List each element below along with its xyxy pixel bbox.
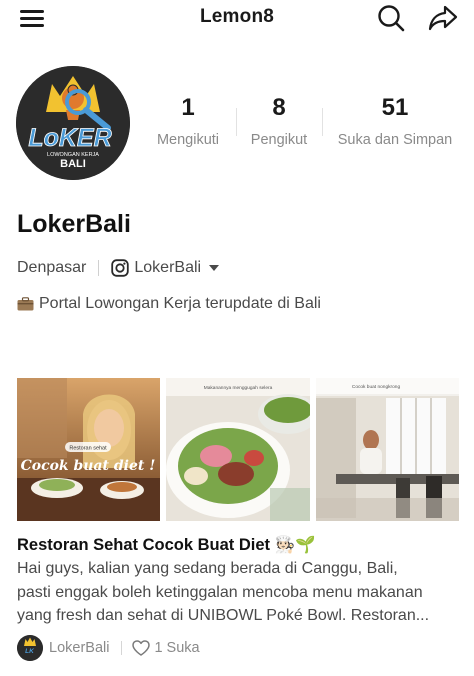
post-author-avatar[interactable]: LK — [17, 635, 43, 661]
post-body-line: yang fresh dan sehat di UNIBOWL Poké Bow… — [17, 607, 430, 624]
meta-divider — [98, 260, 100, 276]
profile-meta: Denpasar LokerBali — [17, 257, 220, 279]
instagram-link[interactable]: LokerBali — [111, 259, 220, 277]
avatar-logo-text: LoKER — [28, 124, 111, 152]
post-image-1-tag: Restoran sehat — [69, 446, 107, 452]
stat-followers-label: Pengikut — [250, 132, 308, 148]
top-bar: Lemon8 — [0, 0, 474, 36]
stat-divider — [236, 108, 237, 136]
post-image-1[interactable]: Restoran sehat Cocok buat diet ! — [17, 378, 160, 521]
post-image-3-caption: Cocok buat nongkrong — [352, 384, 401, 390]
stat-likes-saves-value: 51 — [381, 94, 409, 121]
post-body[interactable]: Hai guys, kalian yang sedang berada di C… — [17, 557, 462, 628]
post-body-line: Hai guys, kalian yang sedang berada di C… — [17, 560, 398, 577]
like-count: 1 Suka — [154, 640, 200, 656]
profile-bio: Portal Lowongan Kerja terupdate di Bali — [17, 295, 321, 313]
post-image-2-caption: Makanannya menggugah selera — [204, 385, 273, 391]
post-body-line: pasti enggak boleh ketinggalan mencoba m… — [17, 583, 423, 601]
post-footer: LK LokerBali 1 Suka — [17, 634, 200, 662]
profile-stats: 1 Mengikuti 8 Pengikut 51 Suka dan Simpa… — [148, 92, 466, 156]
post-image-1-caption: Cocok buat diet ! — [21, 458, 156, 474]
chevron-down-icon — [209, 265, 220, 271]
stat-following[interactable]: 1 Mengikuti — [148, 92, 228, 148]
avatar-logo-city: BALI — [60, 158, 86, 170]
stat-followers[interactable]: 8 Pengikut — [246, 92, 312, 148]
svg-text:LK: LK — [25, 648, 35, 655]
profile-location: Denpasar — [17, 259, 87, 276]
profile-name: LokerBali — [17, 210, 131, 238]
post-author-name[interactable]: LokerBali — [49, 640, 109, 656]
stat-followers-value: 8 — [272, 94, 286, 121]
post-image-3[interactable]: Cocok buat nongkrong — [316, 378, 459, 521]
heart-icon — [132, 640, 151, 656]
search-icon[interactable] — [377, 4, 405, 32]
briefcase-icon — [17, 297, 34, 311]
stat-likes-saves[interactable]: 51 Suka dan Simpan — [332, 92, 458, 148]
profile-avatar[interactable]: LoKER LOWONGAN KERJA BALI — [16, 66, 130, 180]
post-gallery: Restoran sehat Cocok buat diet ! Makanan… — [17, 378, 459, 521]
stat-following-label: Mengikuti — [156, 132, 220, 148]
footer-divider — [121, 641, 123, 655]
stat-likes-saves-label: Suka dan Simpan — [337, 132, 453, 148]
stat-following-value: 1 — [181, 94, 195, 121]
stat-divider — [322, 108, 323, 136]
bio-text: Portal Lowongan Kerja terupdate di Bali — [39, 295, 321, 312]
post-image-2[interactable]: Makanannya menggugah selera — [166, 378, 310, 521]
post-title[interactable]: Restoran Sehat Cocok Buat Diet 🧑🏻‍🍳🌱 — [17, 536, 316, 555]
like-button[interactable]: 1 Suka — [132, 640, 200, 656]
share-icon[interactable] — [428, 4, 458, 32]
instagram-icon — [111, 259, 130, 277]
instagram-handle: LokerBali — [134, 259, 202, 276]
